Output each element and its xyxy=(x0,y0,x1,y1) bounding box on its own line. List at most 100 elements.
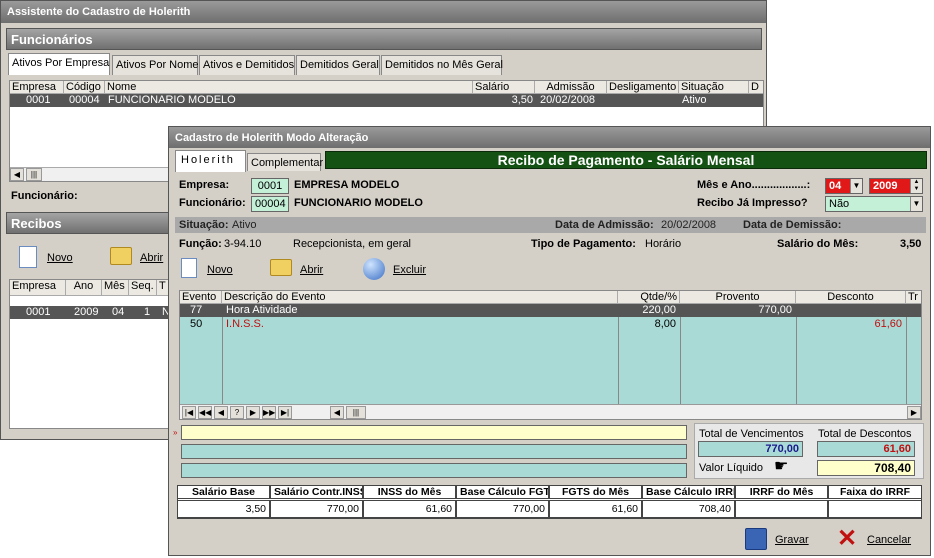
funcionario-code-field[interactable]: 00004 xyxy=(251,196,289,212)
funcao-desc: Recepcionista, em geral xyxy=(293,238,412,250)
col-header-empresa[interactable]: Empresa xyxy=(10,81,64,94)
chevron-down-icon[interactable]: ▼ xyxy=(850,179,862,193)
tab-ativos-por-nome[interactable]: Ativos Por Nome xyxy=(112,55,199,75)
col-header-desconto[interactable]: Desconto xyxy=(796,291,906,304)
abrir-button[interactable]: Abrir xyxy=(300,264,323,276)
events-grid[interactable]: Evento Descrição do Evento Qtde/% Proven… xyxy=(179,290,922,420)
col-header-mes[interactable]: Mês xyxy=(102,280,129,296)
summary-header: IRRF do Mês xyxy=(735,485,828,499)
novo-button[interactable]: Novo xyxy=(47,252,73,264)
save-disk-icon[interactable] xyxy=(745,528,767,550)
open-folder-icon[interactable] xyxy=(110,247,132,265)
situacao-value: Ativo xyxy=(232,219,257,231)
observacao-field-3[interactable] xyxy=(181,463,687,478)
col-header-d[interactable]: D xyxy=(749,81,763,94)
col-header-desligamento[interactable]: Desligamento xyxy=(607,81,679,94)
cell-codigo: 00004 xyxy=(69,94,100,106)
cell-ano: 2009 xyxy=(74,306,99,318)
demissao-label: Data de Demissão: xyxy=(743,219,842,231)
col-header-evento[interactable]: Evento xyxy=(180,291,222,304)
col-header-salario[interactable]: Salário xyxy=(473,81,535,94)
col-header-tr[interactable]: Tr xyxy=(906,291,921,304)
last-record-button[interactable]: ▶| xyxy=(278,406,292,419)
navigator-bar: |◀ ◀◀ ◀ ? ▶ ▶▶ ▶| ◀ ||| ▶ xyxy=(180,404,921,419)
tab-ativos-por-empresa[interactable]: Ativos Por Empresa xyxy=(8,53,110,75)
salario-mes-label: Salário do Mês: xyxy=(777,238,859,250)
tab-ativos-e-demitidos[interactable]: Ativos e Demitidos xyxy=(199,55,295,75)
empresa-name: EMPRESA MODELO xyxy=(294,179,400,191)
cell-admissao: 20/02/2008 xyxy=(540,94,596,106)
summary-value: 61,60 xyxy=(363,500,456,518)
total-descontos-label: Total de Descontos xyxy=(818,428,912,440)
scroll-thumb[interactable]: ||| xyxy=(26,168,42,181)
cell-evento: 77 xyxy=(190,304,203,316)
cell-descricao: I.N.S.S. xyxy=(226,318,264,330)
new-document-icon[interactable] xyxy=(19,246,37,268)
col-header-qtde[interactable]: Qtde/% xyxy=(618,291,680,304)
scroll-left-icon[interactable]: ◀ xyxy=(330,406,344,419)
front-window-title: Cadastro de Holerith Modo Alteração xyxy=(169,127,930,148)
mes-select[interactable]: 04 ▼ xyxy=(825,178,863,194)
page-title: Recibo de Pagamento - Salário Mensal xyxy=(325,151,927,169)
spin-up-down-icon[interactable]: ▲ ▼ xyxy=(910,179,922,193)
help-button[interactable]: ? xyxy=(230,406,244,419)
next-page-button[interactable]: ▶▶ xyxy=(262,406,276,419)
empresa-label: Empresa: xyxy=(179,179,230,191)
summary-value: 708,40 xyxy=(642,500,735,518)
cell-empresa: 0001 xyxy=(26,94,51,106)
salario-mes-value: 3,50 xyxy=(900,238,922,250)
prev-record-button[interactable]: ◀ xyxy=(214,406,228,419)
cell-seq: 1 xyxy=(144,306,151,318)
total-descontos-value: 61,60 xyxy=(817,441,915,457)
empresa-code-field[interactable]: 0001 xyxy=(251,178,289,194)
scroll-left-icon[interactable]: ◀ xyxy=(10,168,24,181)
col-header-codigo[interactable]: Código xyxy=(64,81,105,94)
next-record-button[interactable]: ▶ xyxy=(246,406,260,419)
back-window-title: Assistente do Cadastro de Holerith xyxy=(1,1,766,23)
scroll-thumb[interactable]: ||| xyxy=(346,406,366,419)
close-icon[interactable]: ✕ xyxy=(837,527,859,551)
col-header-empresa[interactable]: Empresa xyxy=(10,280,66,296)
tab-demitidos-geral[interactable]: Demitidos Geral xyxy=(296,55,380,75)
col-header-nome[interactable]: Nome xyxy=(105,81,473,94)
cell-qtde: 220,00 xyxy=(642,304,676,316)
cell-salario: 3,50 xyxy=(511,94,533,106)
funcao-value: 3-94.10 xyxy=(224,238,262,250)
first-record-button[interactable]: |◀ xyxy=(182,406,196,419)
new-document-icon[interactable] xyxy=(181,258,197,278)
impresso-value: Não xyxy=(829,198,850,210)
pointing-hand-icon: ☛ xyxy=(774,458,789,475)
col-header-provento[interactable]: Provento xyxy=(680,291,796,304)
tab-complementar[interactable]: Complementar xyxy=(247,153,323,171)
gravar-button[interactable]: Gravar xyxy=(775,534,809,546)
abrir-button[interactable]: Abrir xyxy=(140,252,163,264)
chevron-down-icon[interactable]: ▼ xyxy=(910,197,922,211)
arrow-indicator-icon: » xyxy=(173,428,178,437)
summary-value xyxy=(735,500,828,518)
admissao-label: Data de Admissão: xyxy=(555,219,654,231)
database-delete-icon[interactable] xyxy=(363,258,385,280)
open-folder-icon[interactable] xyxy=(270,259,292,276)
observacao-field-2[interactable] xyxy=(181,444,687,459)
impresso-select[interactable]: Não ▼ xyxy=(825,196,923,212)
col-header-ano[interactable]: Ano xyxy=(66,280,102,296)
cell-empresa: 0001 xyxy=(26,306,51,318)
observacao-field[interactable] xyxy=(181,425,687,440)
col-header-situacao[interactable]: Situação xyxy=(679,81,749,94)
cell-mes: 04 xyxy=(112,306,125,318)
summary-value: 770,00 xyxy=(456,500,549,518)
col-header-descricao[interactable]: Descrição do Evento xyxy=(222,291,618,304)
novo-button[interactable]: Novo xyxy=(207,264,233,276)
tab-demitidos-no-mes-geral[interactable]: Demitidos no Mês Geral xyxy=(381,55,503,75)
ano-stepper[interactable]: 2009 ▲ ▼ xyxy=(869,178,923,194)
excluir-button[interactable]: Excluir xyxy=(393,264,426,276)
total-vencimentos-value: 770,00 xyxy=(698,441,803,457)
scroll-right-icon[interactable]: ▶ xyxy=(907,406,921,419)
col-header-seq[interactable]: Seq. xyxy=(129,280,157,296)
tab-holerith[interactable]: Holerith xyxy=(175,150,246,172)
cancelar-button[interactable]: Cancelar xyxy=(867,534,911,546)
cell-situacao: Ativo xyxy=(682,94,707,106)
col-header-admissao[interactable]: Admissão xyxy=(535,81,607,94)
prev-page-button[interactable]: ◀◀ xyxy=(198,406,212,419)
cell-provento: 770,00 xyxy=(758,304,792,316)
